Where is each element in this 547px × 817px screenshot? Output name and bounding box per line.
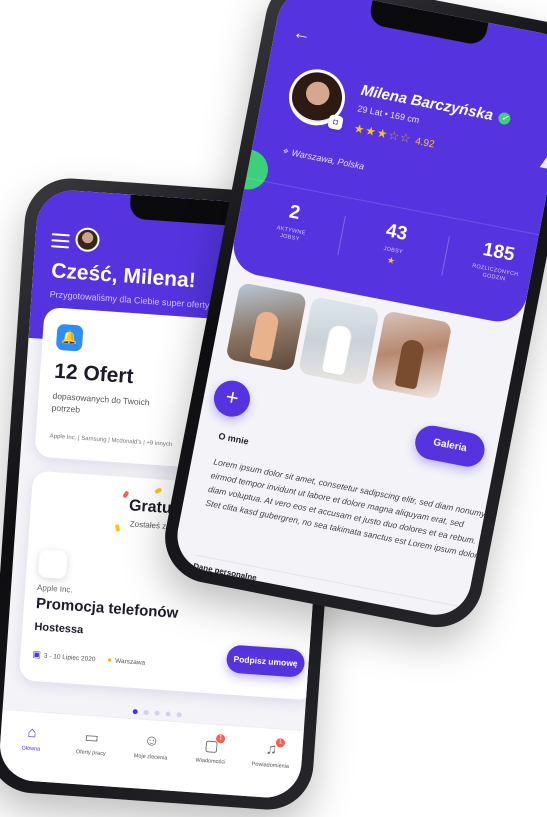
tab-label: Moje zlecenia <box>133 753 168 762</box>
job-city: Warszawa <box>114 657 146 667</box>
sign-contract-button[interactable]: Podpisz umowę <box>225 644 306 678</box>
star-icon: ★ <box>386 255 397 267</box>
stat-jobs: 43 JOBSY ★ <box>341 213 448 277</box>
carousel-dot[interactable] <box>165 711 171 717</box>
camera-icon[interactable]: ◘ <box>327 114 344 131</box>
decor-triangle <box>539 127 547 171</box>
profile-header: ← ◘ Milena Barczyńska ✓ 29 Lat • 169 cm ★… <box>224 0 547 327</box>
location-pin-icon: ● <box>106 655 113 665</box>
rating-value: 4.92 <box>414 136 436 151</box>
location-text: Warszawa, Polska <box>290 147 366 172</box>
tab-messages[interactable]: ▢ 1 Wiadomości <box>185 733 237 766</box>
tab-job-offers[interactable]: ▭ Oferty pracy <box>66 726 118 757</box>
calendar-icon: ▣ <box>32 648 42 660</box>
bottom-tab-bar: ⌂ Główna ▭ Oferty pracy ☺ Moje zlecenia … <box>0 708 304 800</box>
tab-label: Oferty pracy <box>75 749 106 758</box>
confetti <box>154 487 163 495</box>
carousel-dot[interactable] <box>154 710 160 716</box>
profile-location: ⌖ Warszawa, Polska <box>281 146 365 173</box>
greeting-title: Cześć, Milena! <box>50 259 197 293</box>
profile-name: Milena Barczyńska ✓ <box>360 82 513 128</box>
menu-icon[interactable] <box>50 233 70 252</box>
user-check-icon: ☺ <box>143 731 160 750</box>
photo-figure <box>394 338 426 390</box>
rating: ★★★☆☆4.92 <box>353 121 436 150</box>
briefcase-icon: ▭ <box>84 728 100 747</box>
apple-logo-icon <box>37 549 68 580</box>
offers-brands: Apple Inc. | Samsung | Mcdonald's | +9 i… <box>49 433 173 449</box>
back-arrow-icon[interactable]: ← <box>291 22 312 46</box>
verified-icon: ✓ <box>497 111 512 126</box>
tab-my-jobs[interactable]: ☺ Moje zlecenia <box>125 731 177 762</box>
stat-active-jobs: 2 AKTYWNE JOBSY <box>240 193 346 252</box>
screen-profile: ← ◘ Milena Barczyńska ✓ 29 Lat • 169 cm ★… <box>171 0 547 621</box>
bell-icon: ♫ <box>265 740 278 759</box>
phone-right: ← ◘ Milena Barczyńska ✓ 29 Lat • 169 cm ★… <box>157 0 547 636</box>
gallery-photo[interactable] <box>370 310 453 400</box>
promo-title: Promocja telefonów <box>35 595 179 622</box>
gallery-photo[interactable] <box>298 296 380 386</box>
job-date: 3 - 10 Lipiec 2020 <box>43 652 96 664</box>
tab-label: Wiadomości <box>195 757 226 766</box>
offers-count: 12 Ofert <box>53 359 135 389</box>
company-name: Apple Inc. <box>36 583 73 595</box>
carousel-dot[interactable] <box>143 709 149 716</box>
chat-icon: ▢ <box>203 737 220 756</box>
tab-home[interactable]: ⌂ Główna <box>6 722 58 753</box>
carousel-dot[interactable] <box>176 712 182 718</box>
gallery-button[interactable]: Galeria <box>412 422 488 470</box>
photo-figure <box>321 324 353 376</box>
tab-label: Główna <box>21 745 41 753</box>
location-pin-icon: ⌖ <box>281 145 289 158</box>
tab-notifications[interactable]: ♫ 1 Powiadomienia <box>245 738 297 771</box>
about-title: O mnie <box>217 430 250 447</box>
add-photo-button[interactable]: + <box>210 377 254 420</box>
offers-subtitle: dopasowanych do Twoich potrzeb <box>51 390 150 415</box>
photo-figure <box>249 310 280 362</box>
stat-hours: 185 ROZLICZONYCH GODZIN <box>444 233 547 292</box>
bell-icon: 🔔 <box>55 323 84 352</box>
job-role: Hostessa <box>33 620 84 637</box>
job-details: ▣ 3 - 10 Lipiec 2020 ● Warszawa <box>32 649 145 668</box>
confetti <box>114 524 121 532</box>
star-empty-icon: ☆ <box>398 130 413 147</box>
confetti <box>122 490 130 499</box>
gallery-photo[interactable] <box>225 282 308 372</box>
carousel-dot[interactable] <box>132 709 138 715</box>
avatar[interactable] <box>74 226 101 253</box>
tab-label: Powiadomienia <box>251 761 290 771</box>
stat-label-line1: JOBSY <box>382 245 404 256</box>
home-icon: ⌂ <box>26 723 38 742</box>
about-text: Lorem ipsum dolor sit amet, consetetur s… <box>204 456 487 561</box>
profile-avatar[interactable]: ◘ <box>284 64 350 131</box>
